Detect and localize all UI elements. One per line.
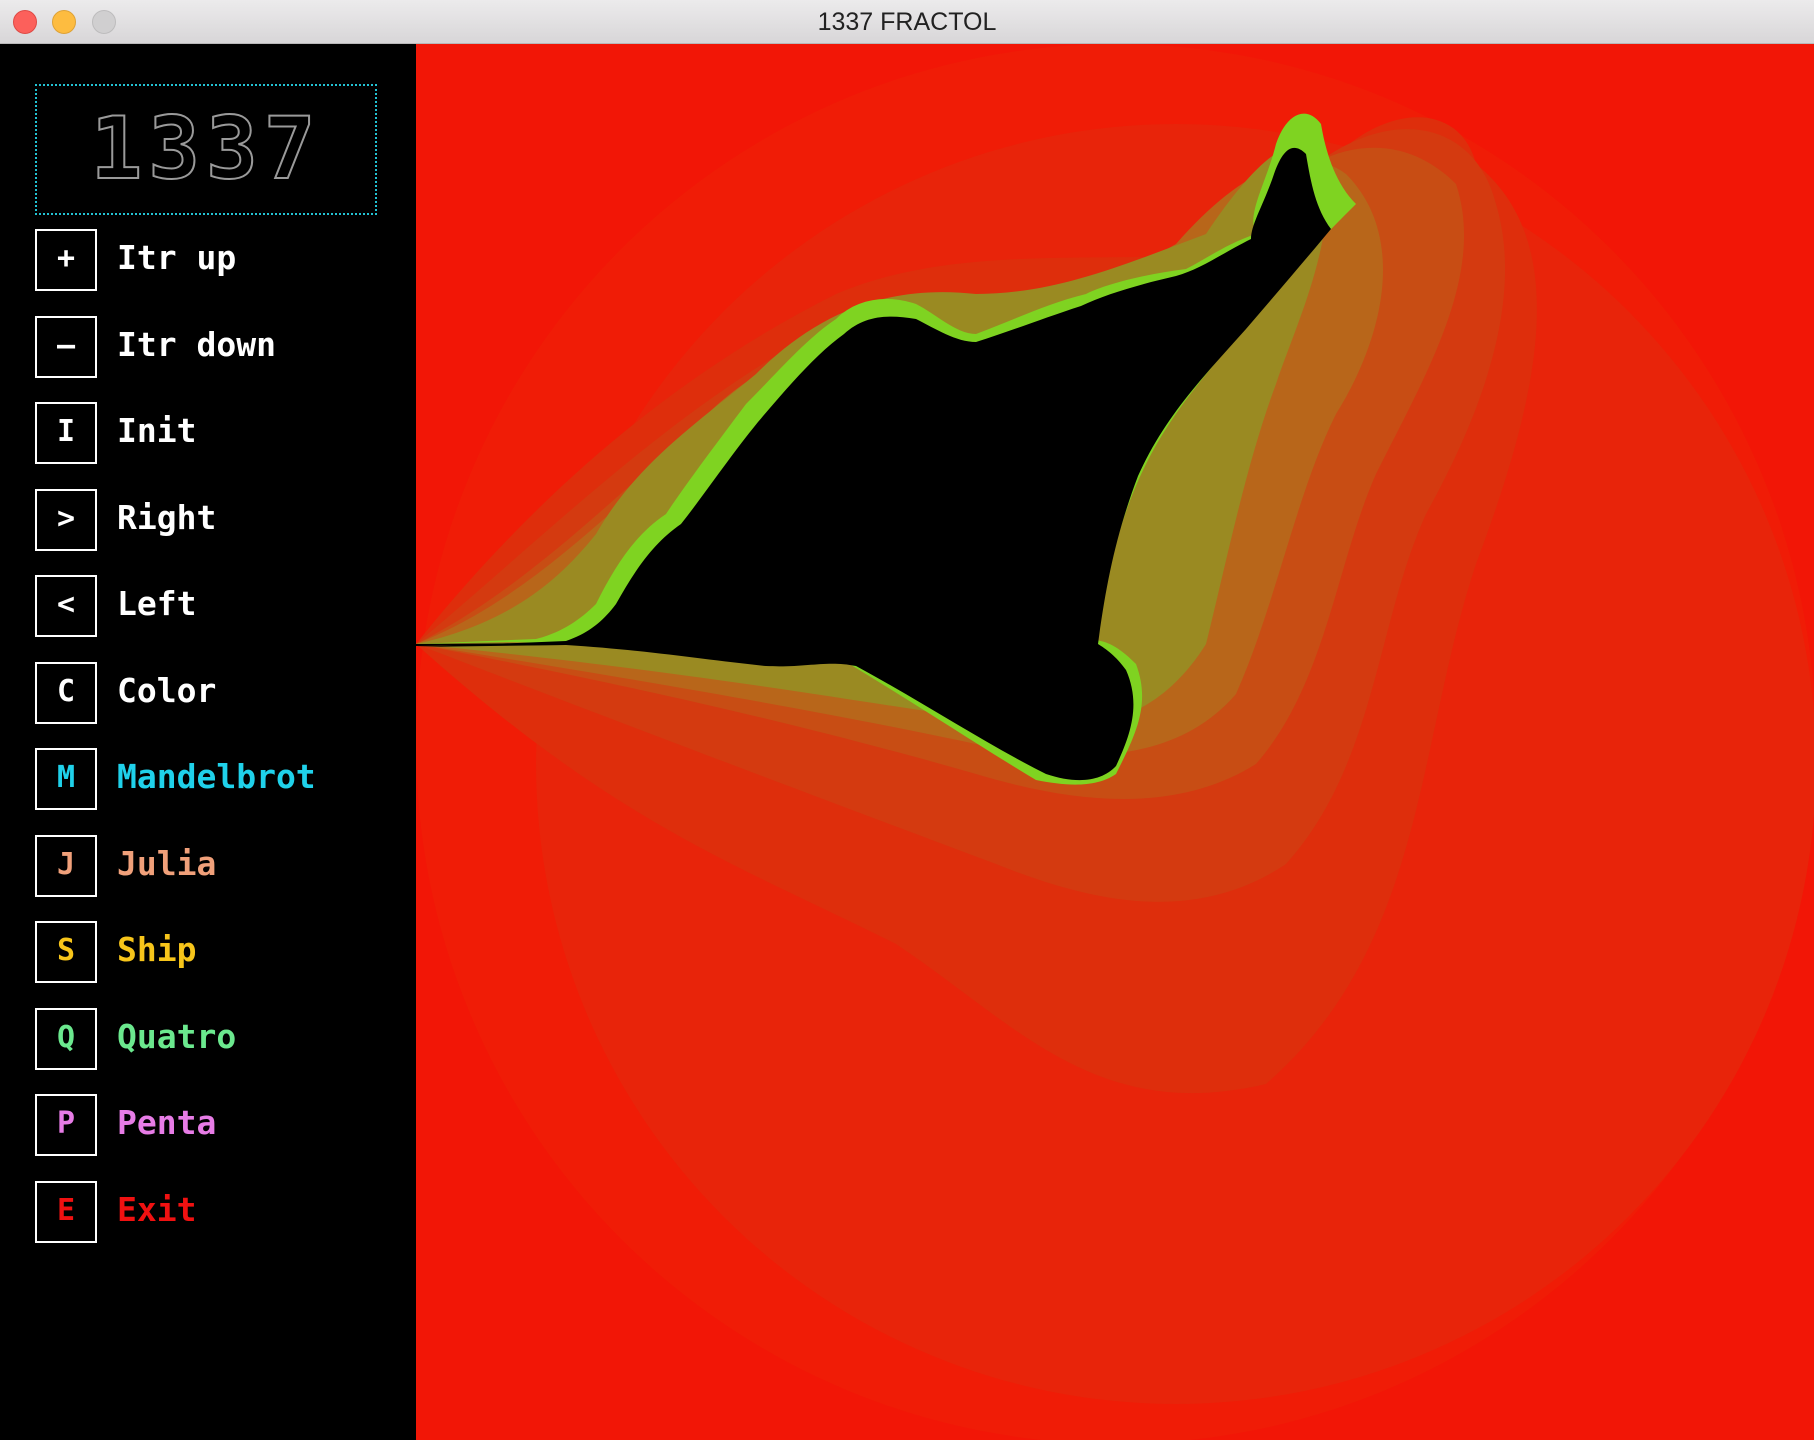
key-j[interactable]: J <box>35 834 97 897</box>
key-p[interactable]: P <box>35 1094 97 1156</box>
fractal-tail <box>416 643 567 646</box>
menu-label: Quatro <box>117 1016 237 1056</box>
key-q[interactable]: Q <box>35 1007 97 1070</box>
menu-label: Julia <box>117 843 217 883</box>
menu-item-itr-down[interactable]: – Itr down <box>35 315 395 380</box>
menu-label: Left <box>117 584 197 623</box>
menu-item-right[interactable]: > Right <box>35 488 395 553</box>
key-e[interactable]: E <box>35 1180 97 1243</box>
window-title: 1337 FRACTOL <box>817 8 997 36</box>
menu-item-init[interactable]: I Init <box>35 402 395 466</box>
menu-label: Itr up <box>117 238 237 277</box>
control-sidebar: 1337 + Itr up – Itr down I Init > Right < Left C Co… <box>0 44 416 1440</box>
menu-item-mandelbrot[interactable]: M Mandelbrot <box>35 748 395 812</box>
menu-label: Color <box>117 670 217 710</box>
menu-item-left[interactable]: < Left <box>35 575 395 639</box>
chevron-right-icon[interactable]: > <box>35 488 97 551</box>
key-i[interactable]: I <box>35 402 97 464</box>
chevron-left-icon[interactable]: < <box>35 575 97 637</box>
menu-item-penta[interactable]: P Penta <box>35 1094 395 1158</box>
minus-icon[interactable]: – <box>35 315 97 378</box>
menu-label: Itr down <box>117 324 276 364</box>
menu-label: Exit <box>117 1189 197 1229</box>
menu-item-exit[interactable]: E Exit <box>35 1180 395 1245</box>
menu-item-color[interactable]: C Color <box>35 661 395 726</box>
menu-item-ship[interactable]: S Ship <box>35 921 395 985</box>
key-c[interactable]: C <box>35 661 97 724</box>
menu-item-julia[interactable]: J Julia <box>35 834 395 899</box>
fractal-render[interactable] <box>416 44 1814 1440</box>
menu-label: Mandelbrot <box>117 757 316 796</box>
key-m[interactable]: M <box>35 748 97 810</box>
app-window: 1337 FRACTOL 1337 + Itr up – Itr down I Init >… <box>0 0 1814 1440</box>
key-s[interactable]: S <box>35 921 97 983</box>
menu-label: Penta <box>117 1103 217 1142</box>
logo-text: 1337 <box>89 99 322 199</box>
menu-item-itr-up[interactable]: + Itr up <box>35 229 395 293</box>
fractal-canvas[interactable] <box>416 44 1814 1440</box>
menu-label: Init <box>117 411 197 450</box>
logo: 1337 <box>35 84 377 215</box>
menu-item-quatro[interactable]: Q Quatro <box>35 1007 395 1072</box>
plus-icon[interactable]: + <box>35 229 97 291</box>
menu-label: Ship <box>117 930 197 969</box>
title-bar[interactable]: 1337 FRACTOL <box>0 0 1814 44</box>
menu-label: Right <box>117 497 217 537</box>
